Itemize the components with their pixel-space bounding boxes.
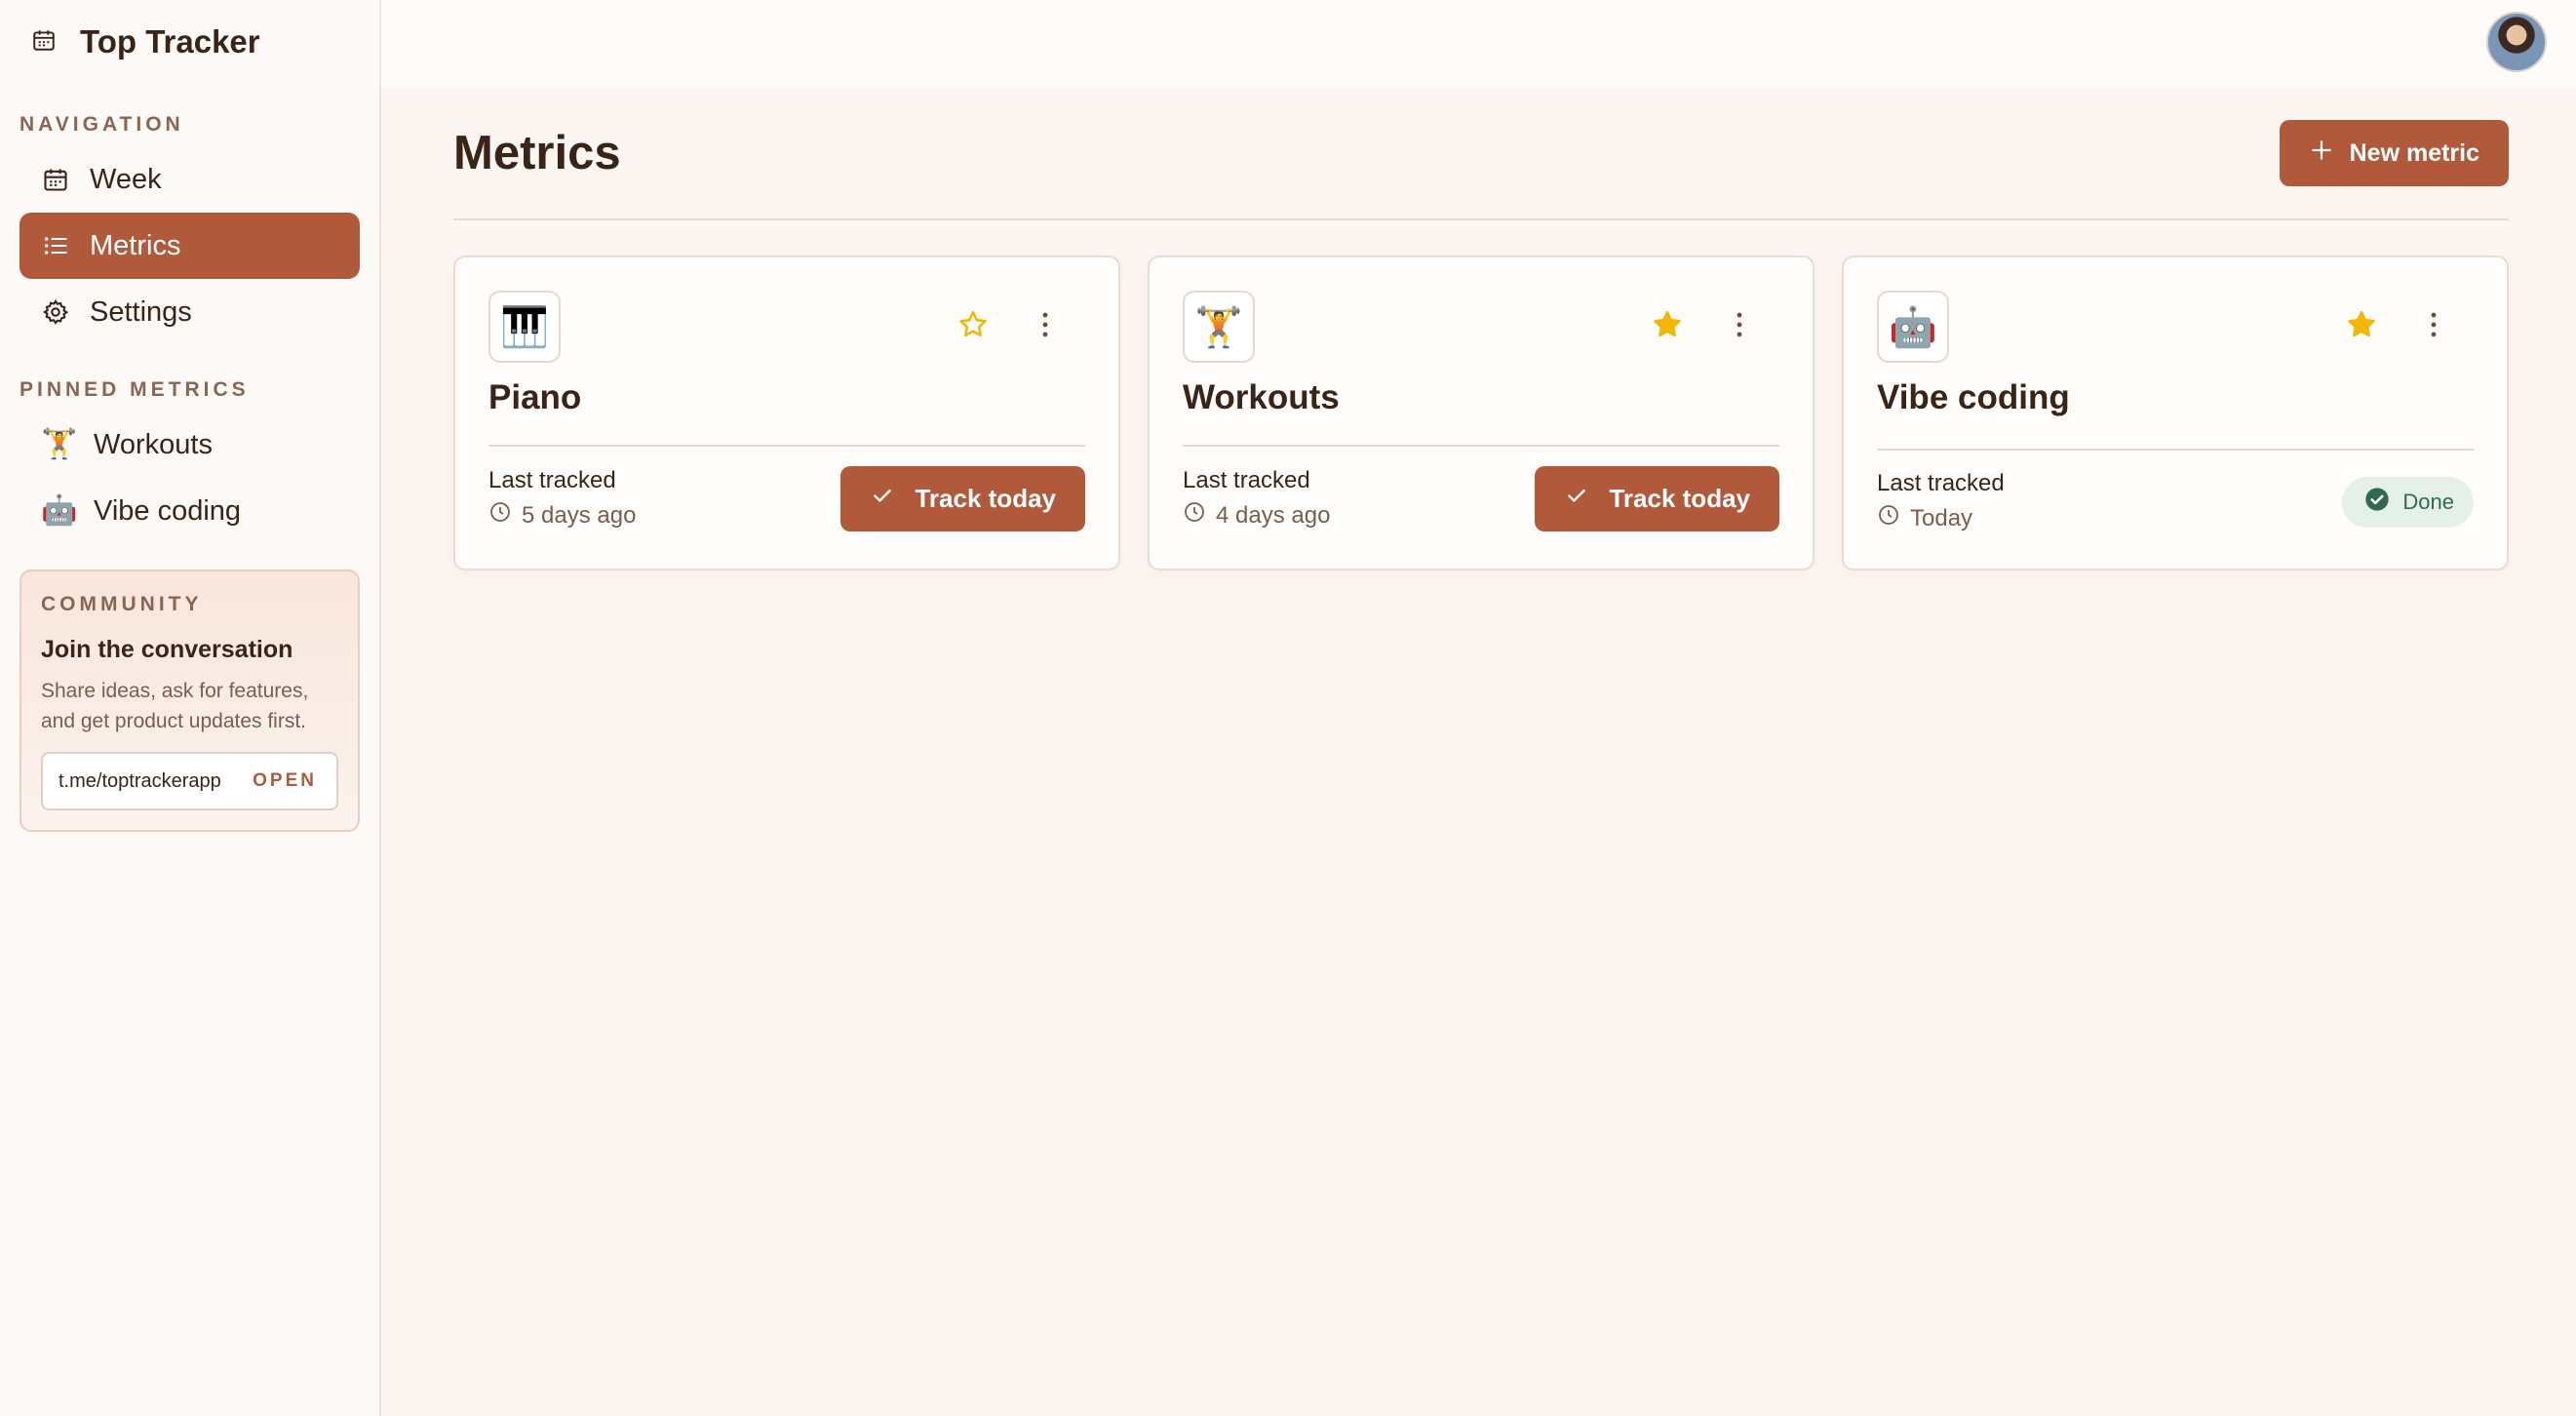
brand[interactable]: Top Tracker: [20, 0, 360, 84]
metric-card-vibe-coding[interactable]: 🤖 Vibe coding Last tracked Today Done: [1842, 256, 2509, 570]
topbar: [381, 0, 2576, 88]
community-label: COMMUNITY: [41, 593, 203, 615]
check-icon: [1564, 483, 1589, 515]
sidebar-item-label: Metrics: [90, 229, 181, 261]
pinned-item-workouts[interactable]: 🏋️ Workouts: [20, 412, 360, 478]
app: Top Tracker NAVIGATION Week Metrics Sett…: [0, 0, 2576, 1416]
more-options-icon[interactable]: [1029, 308, 1062, 341]
main-area: Metrics New metric 🎹 Piano Last tracked …: [381, 0, 2576, 1416]
track-today-label: Track today: [1609, 484, 1750, 513]
check-icon: [870, 483, 895, 515]
new-metric-button[interactable]: New metric: [2279, 120, 2509, 186]
metric-title: Workouts: [1183, 378, 1340, 416]
last-tracked-label: Last tracked: [488, 467, 616, 493]
content: Metrics New metric 🎹 Piano Last tracked …: [381, 88, 2576, 570]
pinned-item-label: Vibe coding: [94, 494, 242, 527]
open-link-button[interactable]: OPEN: [253, 770, 317, 792]
clock-icon: [1877, 503, 1900, 533]
last-tracked-value: 4 days ago: [1216, 501, 1331, 529]
clock-icon: [1183, 500, 1206, 531]
divider: [1183, 445, 1779, 447]
metric-title: Piano: [488, 378, 582, 416]
community-description: Share ideas, ask for features, and get p…: [41, 680, 309, 732]
page-title: Metrics: [453, 127, 621, 179]
done-status-badge: Done: [2342, 476, 2474, 528]
divider: [1877, 449, 2474, 451]
community-link[interactable]: t.me/toptrackerapp: [59, 770, 221, 793]
sidebar-item-settings[interactable]: Settings: [20, 279, 360, 345]
done-label: Done: [2402, 489, 2454, 514]
more-options-icon[interactable]: [1723, 308, 1756, 341]
metric-card-piano[interactable]: 🎹 Piano Last tracked 5 days ago Track to…: [453, 256, 1120, 570]
metric-title: Vibe coding: [1877, 378, 2070, 416]
star-filled-icon[interactable]: [2345, 308, 2378, 341]
robot-icon: 🤖: [1877, 291, 1949, 363]
new-metric-label: New metric: [2349, 138, 2479, 167]
sidebar-item-week[interactable]: Week: [20, 146, 360, 213]
divider: [488, 445, 1085, 447]
community-title: Join the conversation: [41, 636, 293, 663]
nav-section-label: NAVIGATION: [20, 113, 184, 136]
robot-icon: 🤖: [41, 494, 78, 527]
gear-icon: [41, 297, 70, 327]
last-tracked-label: Last tracked: [1183, 467, 1310, 493]
last-tracked-label: Last tracked: [1877, 470, 2005, 496]
calendar-icon: [31, 27, 57, 57]
star-outline-icon[interactable]: [956, 308, 990, 341]
community-card: COMMUNITY Join the conversation Share id…: [20, 570, 360, 832]
calendar-icon: [41, 165, 70, 194]
pinned-item-vibe-coding[interactable]: 🤖 Vibe coding: [20, 478, 360, 544]
page-header: Metrics New metric: [453, 88, 2509, 220]
metric-cards: 🎹 Piano Last tracked 5 days ago Track to…: [453, 256, 2509, 570]
track-today-button[interactable]: Track today: [840, 466, 1085, 531]
pinned-section-label: PINNED METRICS: [20, 378, 250, 401]
plus-icon: [2309, 138, 2334, 170]
sidebar-item-label: Settings: [90, 295, 192, 328]
piano-icon: 🎹: [488, 291, 561, 363]
clock-icon: [488, 500, 512, 531]
sidebar-item-metrics[interactable]: Metrics: [20, 213, 360, 279]
more-options-icon[interactable]: [2417, 308, 2450, 341]
check-circle-icon: [2363, 486, 2391, 519]
metric-card-workouts[interactable]: 🏋️ Workouts Last tracked 4 days ago Trac…: [1148, 256, 1815, 570]
sidebar-item-label: Week: [90, 163, 162, 195]
weightlifter-icon: 🏋️: [41, 428, 78, 460]
community-link-box[interactable]: t.me/toptrackerapp OPEN: [41, 752, 338, 810]
pinned-item-label: Workouts: [94, 428, 213, 460]
weightlifter-icon: 🏋️: [1183, 291, 1255, 363]
track-today-label: Track today: [915, 484, 1056, 513]
app-title: Top Tracker: [80, 23, 260, 59]
last-tracked-value: Today: [1910, 504, 1973, 531]
last-tracked-value: 5 days ago: [522, 501, 637, 529]
list-icon: [41, 231, 70, 260]
sidebar: Top Tracker NAVIGATION Week Metrics Sett…: [0, 0, 381, 1416]
star-filled-icon[interactable]: [1651, 308, 1684, 341]
track-today-button[interactable]: Track today: [1535, 466, 1779, 531]
avatar[interactable]: [2486, 12, 2547, 72]
